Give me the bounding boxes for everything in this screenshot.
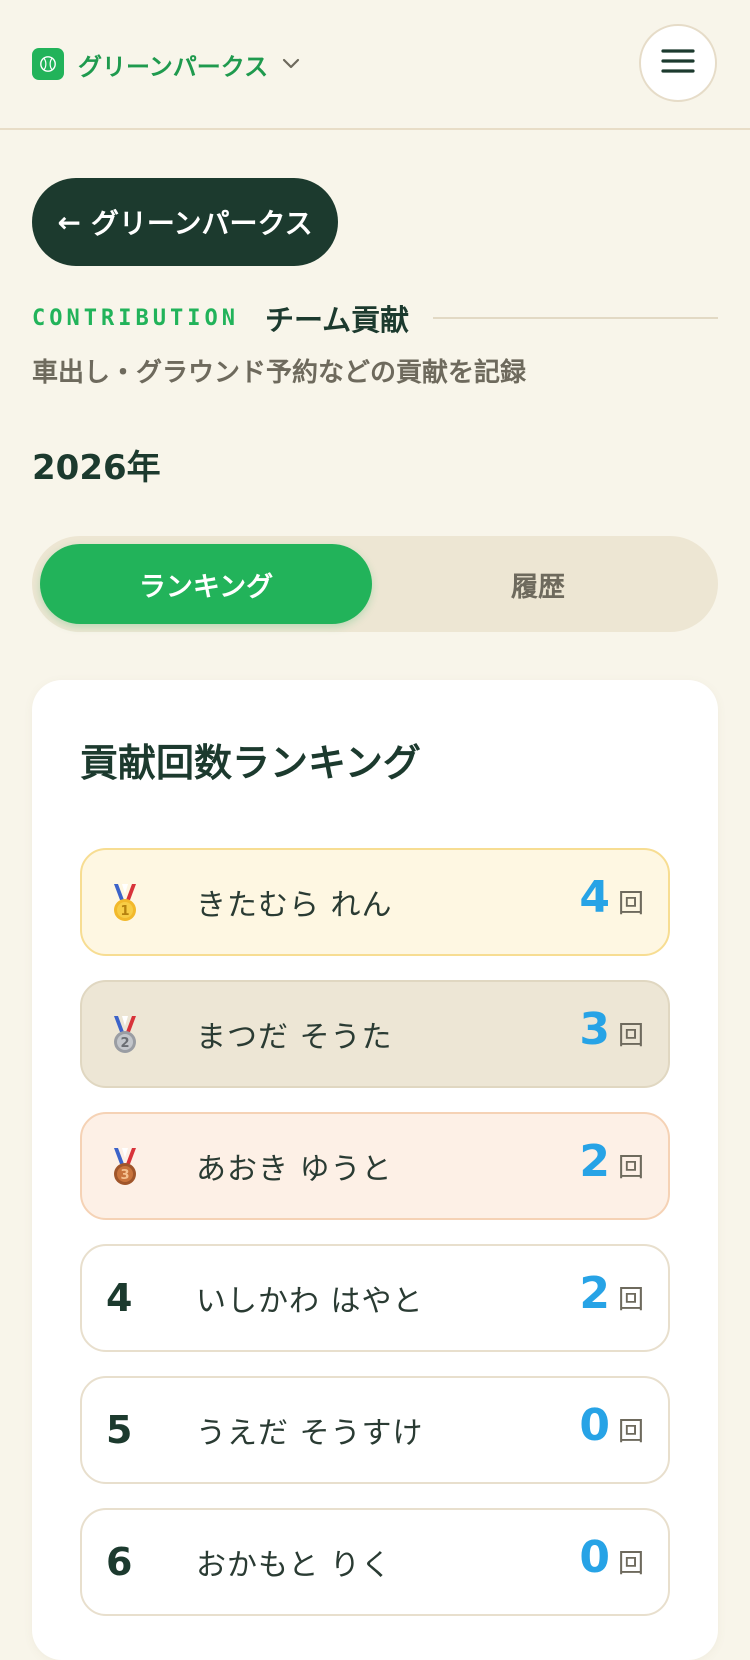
count-value: 0 [579,1532,610,1583]
team-switcher[interactable]: グリーンパークス [32,48,300,81]
member-name: うえだ そうすけ [196,1416,424,1451]
section-header: CONTRIBUTION チーム貢献 [32,296,718,340]
count-value: 2 [579,1268,610,1319]
member-name: いしかわ はやと [196,1284,424,1319]
tab-ranking[interactable]: ランキング [40,544,372,624]
ranking-row: 2 まつだ そうた 3 回 [80,980,670,1088]
count-unit: 回 [617,1153,644,1183]
rank-number: 5 [106,1408,133,1452]
contribution-count: 4 回 [579,850,644,954]
ranking-row: 4 いしかわ はやと 2 回 [80,1244,670,1352]
member-name: おかもと りく [196,1548,392,1583]
contribution-count: 0 回 [579,1510,644,1614]
count-unit: 回 [617,1285,644,1315]
rank-number: 6 [106,1540,133,1584]
baseball-icon [32,48,64,80]
svg-text:3: 3 [120,1168,129,1183]
count-unit: 回 [617,1549,644,1579]
count-value: 2 [579,1136,610,1187]
member-name: あおき ゆうと [196,1152,393,1187]
chevron-down-icon [282,58,300,70]
count-unit: 回 [617,1417,644,1447]
count-unit: 回 [617,889,644,919]
ranking-list: 1 きたむら れん 4 回 2 まつだ そうた 3 回 3 あおき ゆうと 2 … [80,848,670,1640]
contribution-count: 2 回 [579,1114,644,1218]
rank-number: 4 [106,1276,133,1320]
team-name: グリーンパークス [78,52,269,81]
ranking-card: 貢献回数ランキング 1 きたむら れん 4 回 2 まつだ そうた 3 回 3 … [32,680,718,1660]
year-label: 2026年 [32,448,161,488]
back-to-team-button[interactable]: ← グリーンパークス [32,178,338,266]
tab-history[interactable]: 履歴 [372,544,704,624]
back-arrow-icon: ← [57,205,81,239]
member-name: きたむら れん [196,888,393,923]
bronze-medal-icon: 3 [114,1148,136,1185]
section-eyebrow: CONTRIBUTION [32,305,239,331]
contribution-count: 2 回 [579,1246,644,1350]
section-subtitle: 車出し・グラウンド予約などの貢献を記録 [32,358,527,388]
ranking-row: 3 あおき ゆうと 2 回 [80,1112,670,1220]
count-unit: 回 [617,1021,644,1051]
ranking-row: 6 おかもと りく 0 回 [80,1508,670,1616]
back-button-label: グリーンパークス [90,207,313,240]
gold-medal-icon: 1 [114,884,136,921]
ranking-title: 貢献回数ランキング [80,741,421,785]
menu-button[interactable] [639,24,717,102]
section-title: チーム貢献 [264,303,410,337]
view-tabs: ランキング 履歴 [32,536,718,632]
count-value: 4 [579,872,610,923]
svg-text:2: 2 [120,1036,129,1051]
contribution-count: 0 回 [579,1378,644,1482]
count-value: 0 [579,1400,610,1451]
top-bar: グリーンパークス [0,0,750,130]
contribution-count: 3 回 [579,982,644,1086]
count-value: 3 [579,1004,610,1055]
hamburger-menu-icon [661,48,695,78]
member-name: まつだ そうた [196,1020,393,1055]
ranking-row: 5 うえだ そうすけ 0 回 [80,1376,670,1484]
silver-medal-icon: 2 [114,1016,136,1053]
section-divider [433,317,718,319]
ranking-row: 1 きたむら れん 4 回 [80,848,670,956]
svg-text:1: 1 [120,904,129,919]
